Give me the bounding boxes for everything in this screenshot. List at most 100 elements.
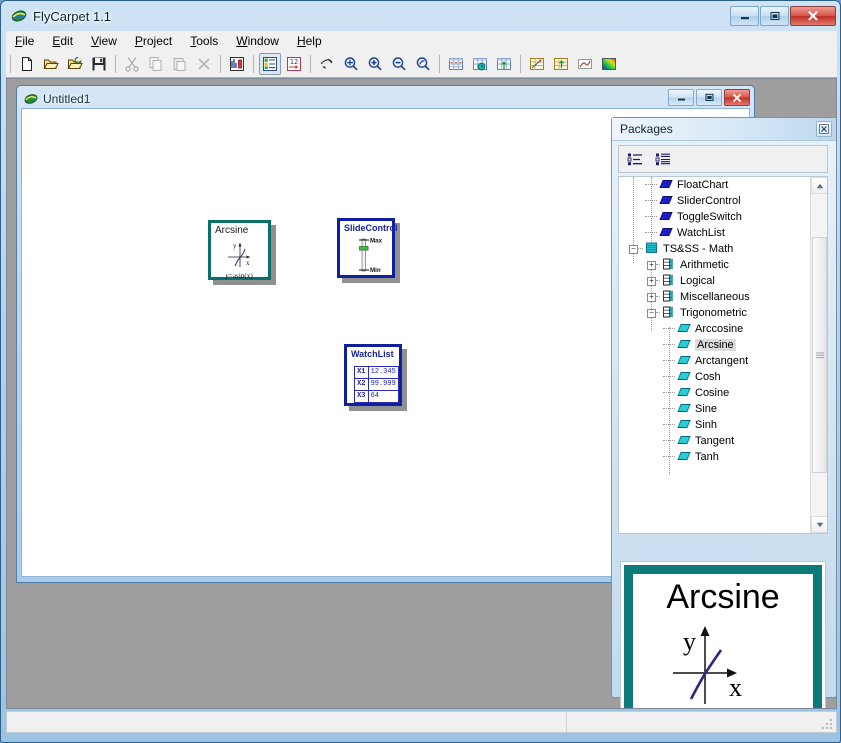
svg-text:y: y <box>233 242 237 250</box>
watch-key: X2 <box>354 378 369 391</box>
new-icon[interactable] <box>16 53 38 75</box>
maximize-button[interactable] <box>760 6 789 26</box>
grid-icon[interactable] <box>445 53 467 75</box>
menubar: FFileile Edit View Project Tools Window … <box>6 31 837 52</box>
scroll-up-icon[interactable] <box>811 177 827 194</box>
tree-item-tangent[interactable]: Tangent <box>619 433 810 449</box>
block-watchlist[interactable]: WatchList X1 12.345 X2 99.999 X3 64 <box>344 344 407 411</box>
menu-window[interactable]: Window <box>227 32 288 50</box>
open-recent-icon[interactable] <box>64 53 86 75</box>
tree-item-arithmetic[interactable]: + Arithmetic <box>619 257 810 273</box>
tree-item-cosh[interactable]: Cosh <box>619 369 810 385</box>
tree-item-sinh[interactable]: Sinh <box>619 417 810 433</box>
menu-help[interactable]: Help <box>288 32 331 50</box>
zoom-reset-icon[interactable] <box>412 53 434 75</box>
pan-icon[interactable] <box>316 53 338 75</box>
tree-item-slidercontrol[interactable]: SliderControl <box>619 193 810 209</box>
tree-item-arctangent[interactable]: Arctangent <box>619 353 810 369</box>
tree-item-label: Arithmetic <box>680 259 729 271</box>
window-title: FlyCarpet 1.1 <box>33 8 112 24</box>
open-icon[interactable] <box>40 53 62 75</box>
cut-icon[interactable] <box>121 53 143 75</box>
zoom-fit-icon[interactable] <box>340 53 362 75</box>
tree-item-toggleswitch[interactable]: ToggleSwitch <box>619 209 810 225</box>
properties-icon[interactable] <box>259 53 281 75</box>
preview-frame: Arcsine y x y=asin(x) <box>624 565 822 708</box>
menu-view[interactable]: View <box>82 32 126 50</box>
tree-item-label: Tanh <box>695 451 719 463</box>
block-title: Arcsine <box>215 225 249 236</box>
flycarpet-logo-icon <box>11 8 27 24</box>
folder-teal-icon <box>662 274 676 289</box>
zoom-out-icon[interactable] <box>388 53 410 75</box>
table-edit-icon[interactable] <box>526 53 548 75</box>
zoom-in-icon[interactable] <box>364 53 386 75</box>
resize-grip-icon[interactable] <box>818 715 834 731</box>
tree-collapse-toggle[interactable]: − <box>629 244 638 254</box>
block-slidecontrol[interactable]: SlideControl Max Min <box>337 218 400 283</box>
grid-time-icon[interactable] <box>469 53 491 75</box>
list-view-icon[interactable] <box>623 148 647 170</box>
tree-connector <box>663 440 675 442</box>
tree-expand-toggle[interactable]: + <box>647 260 656 270</box>
tree-connector <box>656 264 660 266</box>
detail-view-icon[interactable] <box>651 148 675 170</box>
copy-icon[interactable] <box>145 53 167 75</box>
table-run-icon[interactable] <box>550 53 572 75</box>
scrollbar-thumb[interactable] <box>812 237 827 473</box>
chart-icon[interactable] <box>574 53 596 75</box>
tree-item-floatchart[interactable]: FloatChart <box>619 177 810 193</box>
tree-item-arccosine[interactable]: Arccosine <box>619 321 810 337</box>
tree-item-label: Trigonometric <box>680 307 747 319</box>
tree-connector <box>656 280 660 282</box>
block-title: SlideControl <box>344 223 398 233</box>
block-body: WatchList X1 12.345 X2 99.999 X3 64 <box>344 344 402 406</box>
toolbar-separator <box>520 55 521 73</box>
packages-icon[interactable] <box>226 53 248 75</box>
tree-item-cosine[interactable]: Cosine <box>619 385 810 401</box>
document-minimize-button[interactable] <box>668 89 694 106</box>
arcsine-thumbnail: y x y=asin(x) <box>225 242 253 280</box>
packages-panel: Packages FloatChart SliderControl Toggle… <box>611 117 836 708</box>
folder-teal-icon <box>662 258 676 273</box>
tree-item-sine[interactable]: Sine <box>619 401 810 417</box>
tree-item-watchlist[interactable]: WatchList <box>619 225 810 241</box>
menu-file[interactable]: FFileile <box>6 32 43 50</box>
tree-connector <box>656 312 660 314</box>
toolbar-separator <box>10 55 11 73</box>
document-maximize-button[interactable] <box>696 89 722 106</box>
delete-icon[interactable] <box>193 53 215 75</box>
grid-run-icon[interactable] <box>493 53 515 75</box>
minimize-button[interactable] <box>730 6 759 26</box>
color-map-icon[interactable] <box>598 53 620 75</box>
document-close-button[interactable] <box>724 89 750 106</box>
close-button[interactable] <box>790 6 836 26</box>
tree-item-tanh[interactable]: Tanh <box>619 449 810 465</box>
tree-item-trigonometric[interactable]: − Trigonometric <box>619 305 810 321</box>
toolbar-separator <box>310 55 311 73</box>
svg-text:12: 12 <box>290 58 298 66</box>
tree-connector <box>645 200 657 202</box>
menu-project[interactable]: Project <box>126 32 181 50</box>
block-teal-icon <box>677 387 691 400</box>
tree-expand-toggle[interactable]: + <box>647 292 656 302</box>
paste-icon[interactable] <box>169 53 191 75</box>
tree-connector <box>645 216 657 218</box>
tree-item-arcsine[interactable]: Arcsine <box>619 337 810 353</box>
block-blue-icon <box>659 195 673 208</box>
block-teal-icon <box>677 435 691 448</box>
tree-vertical-scrollbar[interactable] <box>810 177 827 533</box>
tree-item-logical[interactable]: + Logical <box>619 273 810 289</box>
tree-expand-toggle[interactable]: + <box>647 276 656 286</box>
tree-collapse-toggle[interactable]: − <box>647 308 656 318</box>
variables-icon[interactable]: 12 <box>283 53 305 75</box>
scroll-down-icon[interactable] <box>811 516 827 533</box>
tree-item-miscellaneous[interactable]: + Miscellaneous <box>619 289 810 305</box>
document-icon <box>24 92 38 106</box>
menu-tools[interactable]: Tools <box>181 32 227 50</box>
packages-close-button[interactable] <box>816 121 832 137</box>
block-arcsine[interactable]: Arcsine y x y=asin(x) <box>208 220 276 285</box>
tree-item-ts-ss-math[interactable]: − TS&SS - Math <box>619 241 810 257</box>
save-icon[interactable] <box>88 53 110 75</box>
menu-edit[interactable]: Edit <box>43 32 82 50</box>
